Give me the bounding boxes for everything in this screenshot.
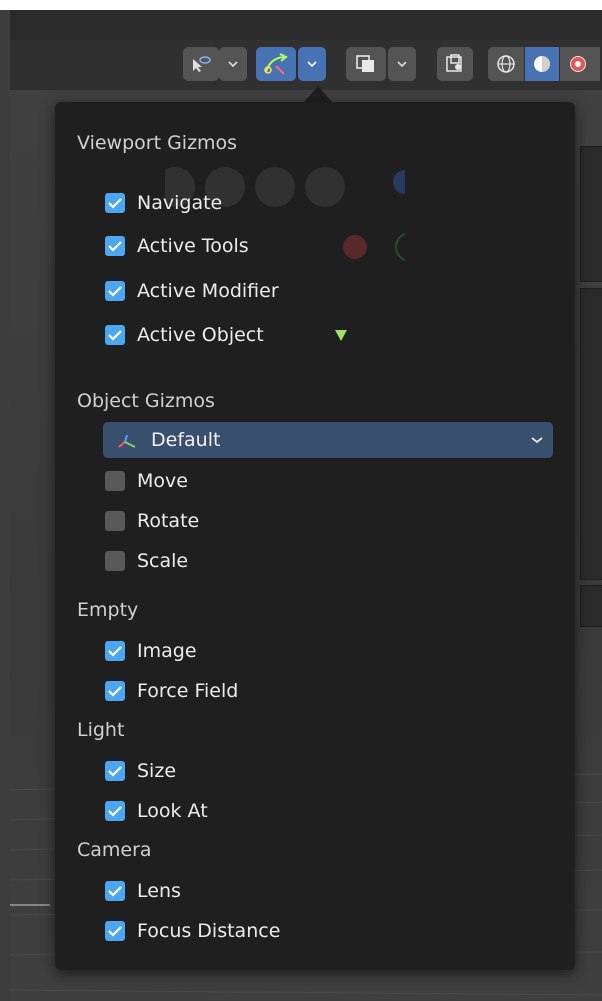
checkbox-label: Move (137, 470, 188, 492)
viewport-gizmos-popover: Viewport Gizmos Navigate Active Tools Ac… (55, 102, 575, 970)
xray-toggle-button[interactable] (437, 47, 473, 81)
checkbox-box (105, 471, 125, 491)
checkbox-active-object[interactable]: Active Object (105, 322, 264, 348)
popup-pointer (304, 86, 332, 102)
xray-icon (446, 54, 462, 72)
checkbox-label: Active Object (137, 324, 264, 346)
check-icon (105, 641, 125, 661)
checkbox-label: Active Tools (137, 235, 249, 257)
checkbox-label: Size (137, 760, 177, 782)
checkbox-label: Image (137, 640, 197, 662)
checkbox-label: Scale (137, 550, 189, 572)
sidebar-panel-tab[interactable] (580, 146, 602, 282)
checkbox-active-tools[interactable]: Active Tools (105, 233, 249, 259)
checkbox-move[interactable]: Move (105, 468, 188, 494)
chevron-down-icon (531, 437, 543, 444)
checkbox-lens[interactable]: Lens (105, 878, 181, 904)
checkbox-active-modifier[interactable]: Active Modifier (105, 278, 279, 304)
selectability-visibility-button[interactable] (183, 47, 219, 81)
header-bar (10, 10, 602, 40)
section-title-object-gizmos: Object Gizmos (77, 390, 215, 412)
sidebar-panel-tab[interactable] (580, 288, 602, 580)
gizmos-toggle-button[interactable] (256, 47, 296, 81)
checkbox-force-field[interactable]: Force Field (105, 678, 238, 704)
section-title-viewport-gizmos: Viewport Gizmos (77, 132, 238, 154)
shading-material-button[interactable] (560, 47, 600, 81)
top-strip (0, 0, 602, 10)
chevron-down-icon (307, 61, 317, 68)
wireframe-sphere-icon (497, 55, 515, 73)
checkbox-label: Force Field (137, 680, 239, 702)
check-icon (105, 325, 125, 345)
check-icon (105, 801, 125, 821)
checkbox-label: Lens (137, 880, 181, 902)
checkbox-label: Navigate (137, 192, 223, 214)
shading-wireframe-button[interactable] (488, 47, 524, 81)
checkbox-focus-distance[interactable]: Focus Distance (105, 918, 280, 944)
check-icon (105, 761, 125, 781)
gizmos-dropdown-button[interactable] (298, 47, 326, 81)
check-icon (105, 236, 125, 256)
selectability-dropdown-button[interactable] (219, 47, 247, 81)
checkbox-box (105, 551, 125, 571)
cursor-eye-icon (193, 56, 211, 72)
orientation-axes-icon (118, 434, 136, 448)
check-icon (105, 881, 125, 901)
solid-sphere-icon (534, 56, 550, 72)
checkbox-look-at[interactable]: Look At (105, 798, 208, 824)
green-triangle-icon (335, 330, 347, 341)
checkbox-label: Focus Distance (137, 920, 281, 942)
checkbox-size[interactable]: Size (105, 758, 176, 784)
checkbox-navigate[interactable]: Navigate (105, 190, 222, 216)
checkbox-box (105, 511, 125, 531)
section-title-camera: Camera (77, 839, 152, 861)
checkbox-rotate[interactable]: Rotate (105, 508, 199, 534)
chevron-down-icon (397, 61, 407, 68)
checkbox-scale[interactable]: Scale (105, 548, 188, 574)
chevron-down-icon (228, 61, 238, 68)
checkbox-label: Active Modifier (137, 280, 279, 302)
sidebar-panel-tab[interactable] (580, 585, 602, 627)
overlay-squares-icon (356, 55, 374, 72)
checkbox-label: Look At (137, 800, 208, 822)
check-icon (105, 921, 125, 941)
overlays-dropdown-button[interactable] (388, 47, 416, 81)
checkbox-image[interactable]: Image (105, 638, 197, 664)
check-icon (105, 281, 125, 301)
shading-solid-button[interactable] (525, 47, 559, 81)
orientation-dropdown[interactable]: Default (103, 422, 553, 458)
section-title-light: Light (77, 719, 125, 741)
material-sphere-icon (570, 56, 586, 72)
checkbox-label: Rotate (137, 510, 200, 532)
orientation-selected-label: Default (151, 429, 221, 451)
overlays-toggle-button[interactable] (346, 47, 386, 81)
check-icon (105, 681, 125, 701)
check-icon (105, 193, 125, 213)
section-title-empty: Empty (77, 599, 139, 621)
gizmo-arrow-icon (264, 53, 288, 75)
